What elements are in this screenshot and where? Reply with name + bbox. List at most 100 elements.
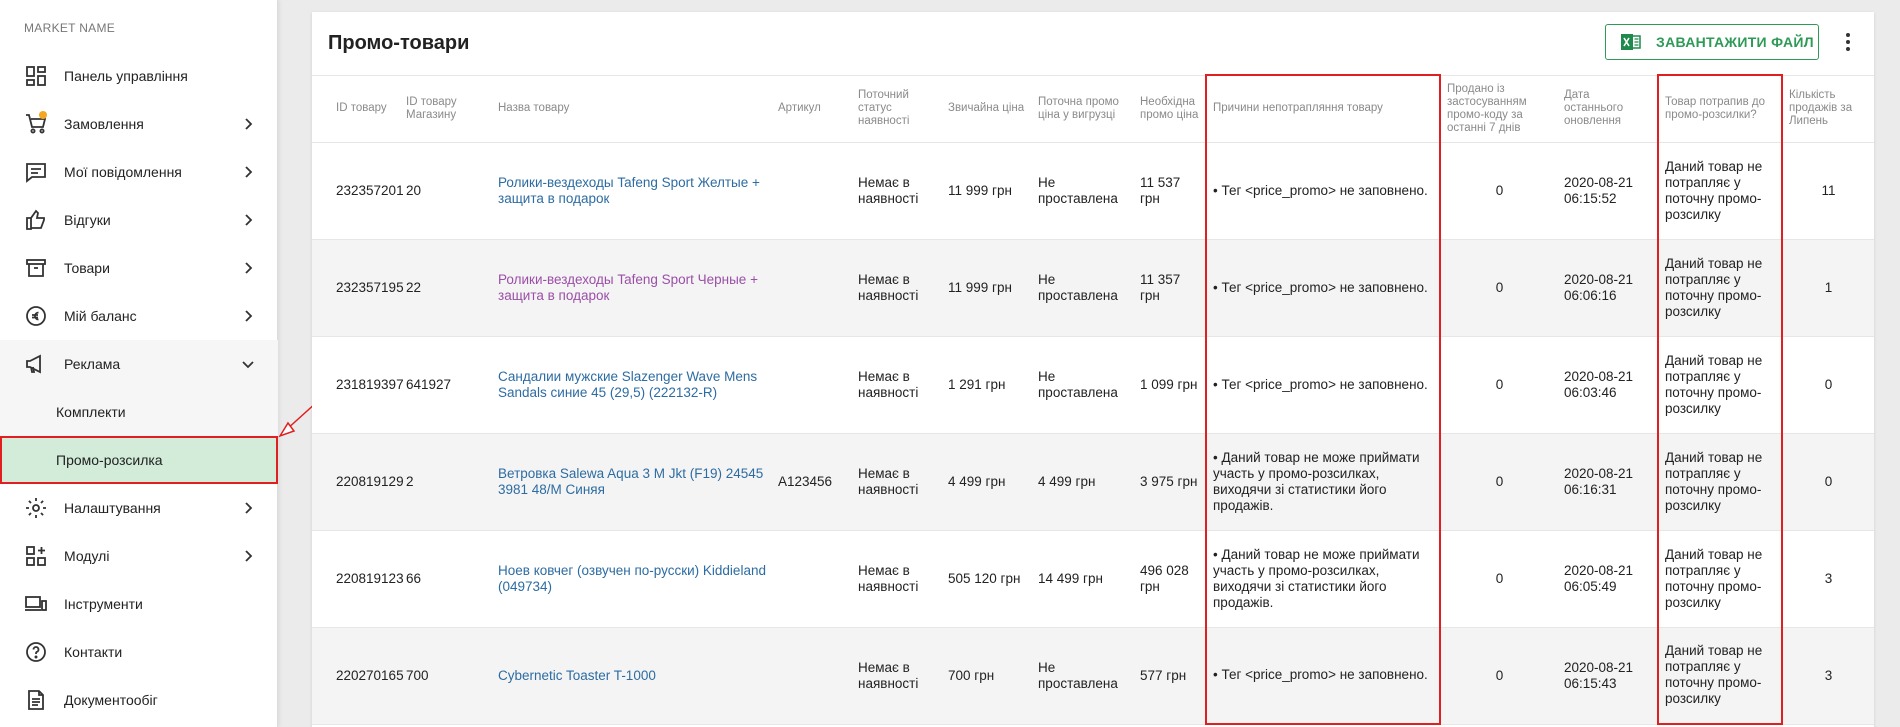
- cell-required-price: 11 357 грн: [1134, 239, 1206, 337]
- cell-reason: • Даний товар не може приймати участь у …: [1205, 530, 1441, 628]
- cell-shop-id: 700: [400, 627, 492, 725]
- cell-updated: 2020-08-21 06:03:46: [1558, 336, 1658, 434]
- cell-name: Ветровка Salewa Aqua 3 M Jkt (F19) 24545…: [492, 433, 772, 531]
- cell-july-sales: 0: [1782, 433, 1874, 531]
- devices-icon: [24, 592, 48, 616]
- cell-sold: 0: [1440, 433, 1558, 531]
- cell-promo-price: 4 499 грн: [1032, 433, 1134, 531]
- column-header[interactable]: ID товару: [312, 74, 400, 143]
- message-icon: [24, 160, 48, 184]
- column-header[interactable]: Кількість продажів за Липень: [1782, 74, 1874, 143]
- cell-required-price: 496 028 грн: [1134, 530, 1206, 628]
- cell-reason: • Тег <price_promo> не заповнено.: [1205, 336, 1441, 434]
- column-header[interactable]: Причини непотрапляння товару: [1205, 74, 1441, 143]
- column-header[interactable]: Поточний статус наявності: [852, 74, 942, 143]
- cell-status: Немає в наявності: [852, 336, 942, 434]
- cell-sku: [772, 142, 852, 240]
- sidebar-item-settings[interactable]: Налаштування: [0, 484, 278, 532]
- sidebar-item-modules[interactable]: Модулі: [0, 532, 278, 580]
- sidebar-item-label: Мій баланс: [64, 308, 137, 324]
- cell-updated: 2020-08-21 06:16:31: [1558, 433, 1658, 531]
- cell-sold: 0: [1440, 239, 1558, 337]
- cell-updated: 2020-08-21 06:15:52: [1558, 142, 1658, 240]
- product-link[interactable]: Ветровка Salewa Aqua 3 M Jkt (F19) 24545…: [498, 466, 763, 497]
- gear-icon: [24, 496, 48, 520]
- sidebar-item-orders[interactable]: Замовлення: [0, 100, 278, 148]
- chevron-right-icon: [240, 548, 256, 564]
- cell-status: Немає в наявності: [852, 142, 942, 240]
- box-icon: [24, 256, 48, 280]
- sidebar-item-label: Товари: [64, 260, 110, 276]
- sidebar-item-label: Мої повідомлення: [64, 164, 182, 180]
- sidebar-subitem-promo-mailing[interactable]: Промо-розсилка: [0, 436, 278, 484]
- sidebar-item-advertising[interactable]: Реклама: [0, 340, 278, 388]
- cell-status: Немає в наявності: [852, 433, 942, 531]
- cell-reason: • Даний товар не може приймати участь у …: [1205, 433, 1441, 531]
- cell-id: 220819129: [312, 433, 404, 531]
- cell-sold: 0: [1440, 530, 1558, 628]
- cell-id: 232357201: [312, 142, 404, 240]
- column-header[interactable]: Назва товару: [492, 74, 772, 143]
- chevron-right-icon: [240, 164, 256, 180]
- cell-july-sales: 1: [1782, 239, 1874, 337]
- sidebar-item-messages[interactable]: Мої повідомлення: [0, 148, 278, 196]
- cell-updated: 2020-08-21 06:05:49: [1558, 530, 1658, 628]
- cell-reason: • Тег <price_promo> не заповнено.: [1205, 142, 1441, 240]
- column-header[interactable]: ID товару Магазину: [400, 74, 492, 143]
- product-link[interactable]: Ролики-вездеходы Tafeng Sport Желтые + з…: [498, 175, 760, 206]
- product-link[interactable]: Ролики-вездеходы Tafeng Sport Черные + з…: [498, 272, 758, 303]
- cell-price: 505 120 грн: [942, 530, 1032, 628]
- sidebar-item-documents[interactable]: Документообіг: [0, 676, 278, 724]
- cell-name: Ролики-вездеходы Tafeng Sport Желтые + з…: [492, 142, 772, 240]
- cell-in-promo: Даний товар не потрапляє у поточну промо…: [1657, 627, 1783, 725]
- table-body: 232357201 20 Ролики-вездеходы Tafeng Sport…: [312, 142, 1874, 725]
- product-link[interactable]: Cybernetic Toaster T-1000: [498, 668, 656, 683]
- sidebar: MARKET NAME Панель управління Замовлення…: [0, 0, 278, 727]
- sidebar-item-balance[interactable]: Мій баланс: [0, 292, 278, 340]
- sidebar-item-dashboard[interactable]: Панель управління: [0, 52, 278, 100]
- cell-promo-price: 14 499 грн: [1032, 530, 1134, 628]
- sidebar-item-products[interactable]: Товари: [0, 244, 278, 292]
- sidebar-item-contacts[interactable]: Контакти: [0, 628, 278, 676]
- cell-status: Немає в наявності: [852, 627, 942, 725]
- table-row: 232357195 22 Ролики-вездеходы Tafeng Sport…: [312, 239, 1874, 337]
- chevron-right-icon: [240, 260, 256, 276]
- cell-required-price: 577 грн: [1134, 627, 1206, 725]
- cell-july-sales: 3: [1782, 530, 1874, 628]
- cell-shop-id: 66: [400, 530, 492, 628]
- sidebar-item-label: Відгуки: [64, 212, 111, 228]
- column-header[interactable]: Звичайна ціна: [942, 74, 1032, 143]
- more-vert-icon[interactable]: [1836, 30, 1860, 54]
- cell-in-promo: Даний товар не потрапляє у поточну промо…: [1657, 142, 1783, 240]
- download-file-label: ЗАВАНТАЖИТИ ФАЙЛ: [1656, 34, 1814, 50]
- cell-name: Cybernetic Toaster T-1000: [492, 627, 772, 725]
- dashboard-icon: [24, 64, 48, 88]
- sidebar-item-label: Налаштування: [64, 500, 161, 516]
- column-header[interactable]: Товар потрапив до промо-розсилки?: [1657, 74, 1783, 143]
- column-header[interactable]: Продано із застосуванням промо-коду за о…: [1440, 74, 1558, 143]
- product-link[interactable]: Сандалии мужские Slazenger Wave Mens San…: [498, 369, 757, 400]
- cell-promo-price: Не проставлена: [1032, 336, 1134, 434]
- cell-promo-price: Не проставлена: [1032, 142, 1134, 240]
- promo-products-table: ID товару ID товару Магазину Назва товар…: [312, 74, 1874, 725]
- cell-sku: [772, 627, 852, 725]
- cell-id: 220819123: [312, 530, 404, 628]
- column-header[interactable]: Артикул: [772, 74, 852, 143]
- table-row: 232357201 20 Ролики-вездеходы Tafeng Sport…: [312, 142, 1874, 240]
- table-row: 220270165 700 Cybernetic Toaster T-1000 Нем…: [312, 627, 1874, 725]
- sidebar-subitem-bundles[interactable]: Комплекти: [0, 388, 278, 436]
- megaphone-icon: [24, 352, 48, 376]
- column-header[interactable]: Дата останнього оновлення: [1558, 74, 1658, 143]
- product-link[interactable]: Ноев ковчег (озвучен по-русски) Kiddiela…: [498, 563, 766, 594]
- chevron-down-icon: [240, 356, 256, 372]
- cell-reason: • Тег <price_promo> не заповнено.: [1205, 627, 1441, 725]
- column-header[interactable]: Поточна промо ціна у вигрузці: [1032, 74, 1134, 143]
- column-header[interactable]: Необхідна промо ціна: [1134, 74, 1206, 143]
- sidebar-item-reviews[interactable]: Відгуки: [0, 196, 278, 244]
- balance-icon: [24, 304, 48, 328]
- cell-in-promo: Даний товар не потрапляє у поточну промо…: [1657, 433, 1783, 531]
- table-row: 220819129 2 Ветровка Salewa Aqua 3 M Jkt (…: [312, 433, 1874, 531]
- sidebar-subitem-label: Промо-розсилка: [56, 452, 163, 468]
- sidebar-item-tools[interactable]: Інструменти: [0, 580, 278, 628]
- download-file-button[interactable]: ЗАВАНТАЖИТИ ФАЙЛ: [1605, 24, 1819, 60]
